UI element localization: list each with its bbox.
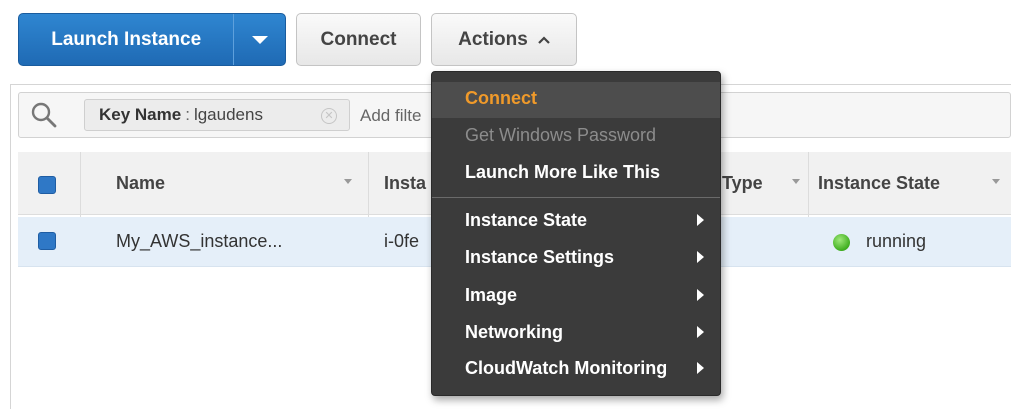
remove-filter-icon[interactable]: ✕ [321, 108, 337, 124]
select-all-checkbox[interactable] [38, 176, 56, 194]
column-header-name[interactable]: Name [116, 173, 165, 194]
launch-options-dropdown-button[interactable] [233, 14, 285, 65]
filter-token: Key Name : lgaudens ✕ [84, 99, 350, 131]
cell-name: My_AWS_instance... [116, 231, 283, 251]
menu-item-cloudwatch-monitoring[interactable]: CloudWatch Monitoring [465, 358, 667, 379]
chevron-down-icon [251, 35, 268, 44]
filter-token-value: lgaudens [193, 105, 263, 124]
filter-token-key: Key Name [99, 105, 182, 124]
launch-instance-button[interactable]: Launch Instance [19, 14, 233, 65]
sort-caret-icon[interactable] [991, 178, 1001, 186]
actions-button-label: Actions [458, 28, 528, 50]
actions-button[interactable]: Actions [431, 13, 577, 66]
menu-item-image[interactable]: Image [465, 285, 517, 306]
column-header-instance-id[interactable]: Insta [384, 173, 426, 194]
search-icon [31, 102, 57, 128]
add-filter-input[interactable]: Add filte [360, 106, 421, 126]
cell-instance-id: i-0fe [384, 231, 420, 251]
menu-item-connect[interactable]: Connect [465, 88, 537, 109]
menu-item-instance-settings[interactable]: Instance Settings [465, 247, 614, 268]
menu-item-get-windows-password: Get Windows Password [465, 125, 657, 145]
sort-caret-icon[interactable] [343, 178, 353, 186]
chevron-right-icon [697, 326, 704, 338]
chevron-right-icon [697, 362, 704, 374]
menu-item-networking[interactable]: Networking [465, 322, 563, 343]
cell-instance-state: running [866, 231, 927, 251]
filter-token-separator: : [185, 105, 190, 124]
row-checkbox[interactable] [38, 232, 56, 250]
menu-item-launch-more-like-this[interactable]: Launch More Like This [465, 162, 660, 183]
menu-item-instance-state[interactable]: Instance State [465, 210, 587, 231]
chevron-up-icon [538, 35, 550, 44]
connect-button[interactable]: Connect [296, 13, 421, 66]
menu-divider [432, 197, 720, 198]
chevron-right-icon [697, 214, 704, 226]
chevron-right-icon [697, 289, 704, 301]
chevron-right-icon [697, 251, 704, 263]
actions-menu [431, 71, 721, 396]
column-header-instance-type[interactable]: Type [722, 173, 763, 194]
sort-caret-icon[interactable] [791, 178, 801, 186]
column-header-instance-state[interactable]: Instance State [818, 173, 940, 194]
launch-instance-button-group: Launch Instance [18, 13, 286, 66]
status-running-icon [833, 234, 850, 251]
